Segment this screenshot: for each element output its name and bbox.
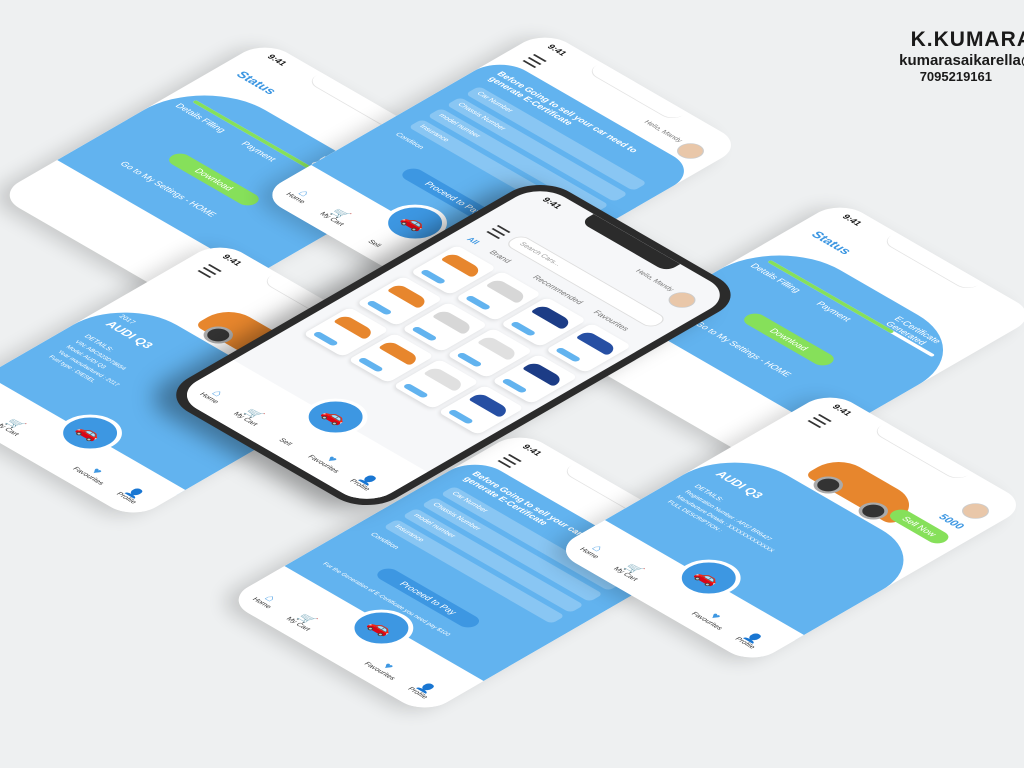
author-email: kumarasaikarella@gm	[899, 52, 1024, 69]
detail-screen-right: 9:41 5000 Sell Now AUDI Q3 DETAILS: Regi…	[552, 390, 1024, 665]
author-block: K.KUMARA S kumarasaikarella@gm 709521916…	[899, 28, 1024, 84]
author-phone: 7095219161	[919, 69, 992, 84]
status-title: Status	[232, 69, 281, 97]
menu-icon[interactable]	[522, 54, 547, 68]
author-name: K.KUMARA S	[910, 28, 1024, 51]
mockup-stage: K.KUMARA S kumarasaikarella@gm 709521916…	[0, 0, 1024, 768]
menu-icon[interactable]	[197, 264, 222, 278]
menu-icon[interactable]	[497, 454, 522, 468]
